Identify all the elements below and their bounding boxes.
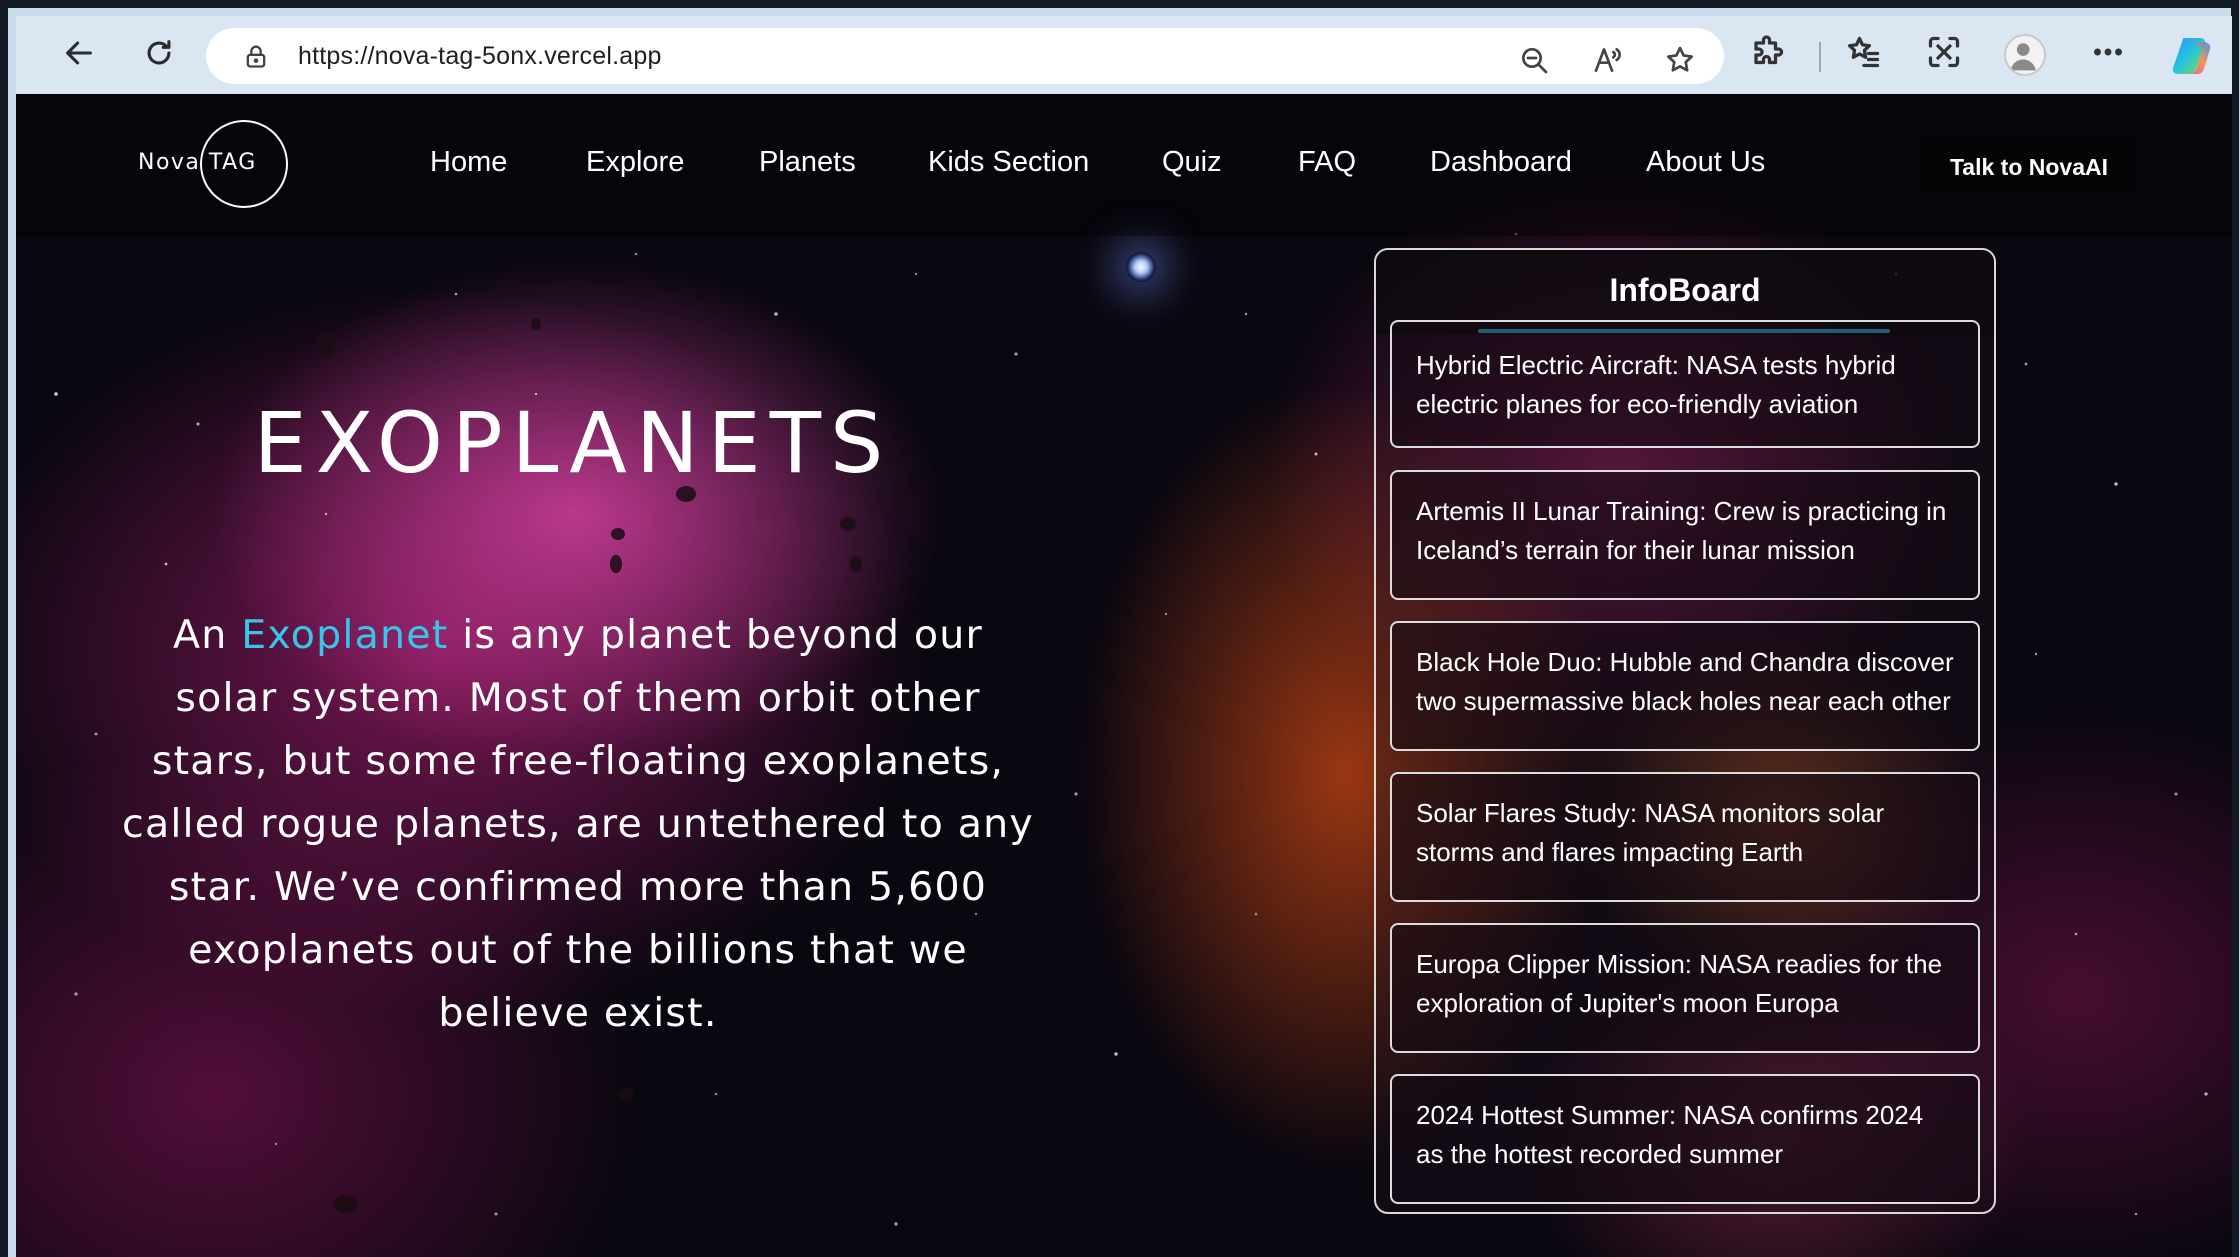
back-button[interactable] [56,32,102,78]
infoboard-title: InfoBoard [1609,272,1761,308]
nav-about-us[interactable]: About Us [1646,146,1765,179]
page-title: EXOPLANETS [253,394,893,492]
page-viewport: Nova TAG Home Explore Planets Kids Secti… [16,94,2232,1257]
url-text[interactable]: https://nova-tag-5onx.vercel.app [298,42,662,71]
lock-icon[interactable] [242,42,270,70]
browser-toolbar: https://nova-tag-5onx.vercel.app [16,16,2232,94]
toolbar-divider [1819,42,1821,72]
window-frame: https://nova-tag-5onx.vercel.app Nova TA… [0,0,2239,1257]
nav-kids-section[interactable]: Kids Section [928,146,1089,179]
site-header: Nova TAG Home Explore Planets Kids Secti… [16,94,2232,236]
address-bar[interactable]: https://nova-tag-5onx.vercel.app [206,28,1724,84]
news-card[interactable]: Solar Flares Study: NASA monitors solar … [1390,772,1980,902]
news-card[interactable]: Artemis II Lunar Training: Crew is pract… [1390,470,1980,600]
nav-planets[interactable]: Planets [759,146,856,179]
nav-quiz[interactable]: Quiz [1162,146,1222,179]
arrow-left-icon [62,36,96,74]
nav-dashboard[interactable]: Dashboard [1430,146,1572,179]
hero-text-body: is any planet beyond our solar system. M… [122,612,1034,1036]
news-card[interactable]: 2024 Hottest Summer: NASA confirms 2024 … [1390,1074,1980,1204]
hero-description: An Exoplanet is any planet beyond our so… [120,604,1036,1045]
favorites-list-icon[interactable] [1846,34,1882,70]
talk-to-novaai-button[interactable]: Talk to NovaAI [1920,140,2138,194]
site-logo[interactable]: Nova TAG [128,120,288,210]
bright-star [1126,252,1156,282]
hero-text-prefix: An [173,612,242,658]
more-icon[interactable] [2090,34,2126,70]
news-card[interactable]: Europa Clipper Mission: NASA readies for… [1390,923,1980,1053]
nav-explore[interactable]: Explore [586,146,684,179]
star-icon[interactable] [1664,44,1696,76]
screenshot-icon[interactable] [1926,34,1962,70]
exoplanet-highlight: Exoplanet [241,612,449,658]
refresh-button[interactable] [136,32,182,78]
logo-text: Nova TAG [138,150,257,175]
news-card[interactable]: Black Hole Duo: Hubble and Chandra disco… [1390,621,1980,751]
zoom-out-icon[interactable] [1518,44,1550,76]
news-card[interactable]: Hybrid Electric Aircraft: NASA tests hyb… [1390,320,1980,448]
read-aloud-icon[interactable] [1592,44,1624,76]
refresh-icon [142,36,176,74]
nav-faq[interactable]: FAQ [1298,146,1356,179]
infoboard-panel[interactable]: InfoBoard Hybrid Electric Aircraft: NASA… [1374,248,1996,1214]
puzzle-icon[interactable] [1750,34,1786,70]
nav-home[interactable]: Home [430,146,507,179]
profile-icon[interactable] [2004,34,2046,76]
copilot-icon[interactable] [2170,32,2216,78]
